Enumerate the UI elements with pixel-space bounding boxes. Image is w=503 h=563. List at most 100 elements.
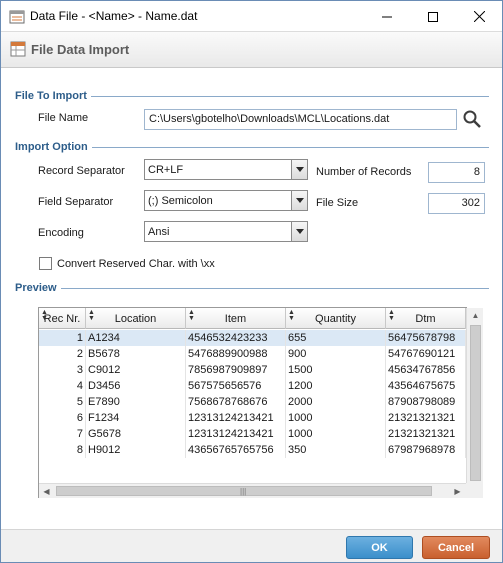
chevron-down-icon[interactable]	[291, 222, 307, 241]
grip-icon: |||	[240, 487, 247, 496]
window-title: Data File - <Name> - Name.dat	[30, 9, 198, 23]
column-header-label: Dtm	[415, 313, 436, 325]
cell-location: B5678	[86, 346, 186, 362]
horizontal-scroll-thumb[interactable]: |||	[56, 486, 432, 496]
cell-location: A1234	[86, 330, 186, 346]
field-separator-value: (;) Semicolon	[148, 195, 213, 207]
record-separator-label: Record Separator	[38, 165, 125, 177]
cell-dtm: 54767690121	[386, 346, 466, 362]
cell-dtm: 21321321321	[386, 426, 466, 442]
cell-item: 43656765765756	[186, 442, 286, 458]
table-row[interactable]: 3 C9012 7856987909897 1500 45634767856	[39, 362, 466, 378]
vertical-scroll-thumb[interactable]	[470, 325, 481, 481]
cell-location: H9012	[86, 442, 186, 458]
grid-header: ▲ ▼ Rec Nr. ▲ ▼ Location ▲ ▼ Item ▲ ▼ Quanti…	[39, 308, 466, 329]
cell-rec-nr: 6	[39, 410, 86, 426]
column-header-label: Location	[114, 313, 157, 325]
cell-quantity: 350	[286, 442, 386, 458]
cell-item: 7856987909897	[186, 362, 286, 378]
file-name-input[interactable]: C:\Users\gbotelho\Downloads\MCL\Location…	[144, 109, 457, 130]
column-header-rec-nr[interactable]: ▲ ▼ Rec Nr.	[39, 308, 86, 329]
sort-arrows-icon: ▲ ▼	[41, 309, 48, 322]
cancel-button[interactable]: Cancel	[422, 536, 490, 559]
preview-grid[interactable]: ▲ ▼ Rec Nr. ▲ ▼ Location ▲ ▼ Item ▲ ▼ Quanti…	[38, 307, 467, 498]
app-icon	[9, 9, 25, 28]
minimize-icon	[382, 16, 392, 17]
cell-rec-nr: 4	[39, 378, 86, 394]
cell-location: G5678	[86, 426, 186, 442]
table-row[interactable]: 7 G5678 12313124213421 1000 21321321321	[39, 426, 466, 442]
close-icon	[473, 11, 485, 22]
sort-arrows-icon: ▲ ▼	[288, 309, 295, 322]
cell-quantity: 1200	[286, 378, 386, 394]
maximize-button[interactable]	[410, 1, 456, 32]
dialog-header: File Data Import	[1, 32, 502, 68]
chevron-down-icon[interactable]	[291, 160, 307, 179]
table-row[interactable]: 1 A1234 4546532423233 655 56475678798	[39, 330, 466, 346]
scroll-right-icon[interactable]: ▶	[450, 484, 465, 499]
close-button[interactable]	[456, 1, 502, 32]
encoding-select[interactable]: Ansi	[144, 221, 308, 242]
table-row[interactable]: 5 E7890 7568678768676 2000 87908798089	[39, 394, 466, 410]
cell-dtm: 67987968978	[386, 442, 466, 458]
sort-arrows-icon: ▲ ▼	[188, 309, 195, 322]
cell-dtm: 43564675675	[386, 378, 466, 394]
column-header-location[interactable]: ▲ ▼ Location	[86, 308, 186, 329]
scroll-left-icon[interactable]: ◀	[39, 484, 54, 499]
cell-item: 12313124213421	[186, 426, 286, 442]
browse-search-icon[interactable]	[462, 109, 482, 132]
file-to-import-label: File To Import	[15, 90, 91, 102]
import-option-label: Import Option	[15, 141, 92, 153]
convert-reserved-checkbox[interactable]	[39, 257, 52, 270]
field-separator-label: Field Separator	[38, 196, 114, 208]
record-separator-value: CR+LF	[148, 164, 184, 176]
cell-location: C9012	[86, 362, 186, 378]
scrollbar-corner	[466, 483, 483, 498]
cell-item: 12313124213421	[186, 410, 286, 426]
cell-item: 5476889900988	[186, 346, 286, 362]
column-header-item[interactable]: ▲ ▼ Item	[186, 308, 286, 329]
dialog-footer: OK Cancel	[1, 529, 502, 562]
cell-dtm: 45634767856	[386, 362, 466, 378]
table-row[interactable]: 8 H9012 43656765765756 350 67987968978	[39, 442, 466, 458]
column-header-label: Item	[224, 313, 247, 325]
cell-quantity: 1000	[286, 426, 386, 442]
table-row[interactable]: 2 B5678 5476889900988 900 54767690121	[39, 346, 466, 362]
encoding-label: Encoding	[38, 227, 84, 239]
file-size-field: 302	[428, 193, 485, 214]
number-of-records-label: Number of Records	[316, 166, 412, 178]
field-separator-select[interactable]: (;) Semicolon	[144, 190, 308, 211]
file-name-label: File Name	[38, 112, 89, 124]
cell-location: F1234	[86, 410, 186, 426]
preview-label: Preview	[15, 282, 61, 294]
column-header-label: Rec Nr.	[43, 313, 81, 325]
file-size-label: File Size	[316, 197, 359, 209]
table-row[interactable]: 4 D3456 567575656576 1200 43564675675	[39, 378, 466, 394]
record-separator-select[interactable]: CR+LF	[144, 159, 308, 180]
cell-dtm: 21321321321	[386, 410, 466, 426]
cell-quantity: 1000	[286, 410, 386, 426]
cell-item: 567575656576	[186, 378, 286, 394]
minimize-button[interactable]	[364, 1, 410, 32]
sort-arrows-icon: ▲ ▼	[88, 309, 95, 322]
cell-rec-nr: 3	[39, 362, 86, 378]
cell-item: 7568678768676	[186, 394, 286, 410]
horizontal-scrollbar[interactable]: ◀ ||| ▶	[39, 483, 466, 498]
cell-rec-nr: 8	[39, 442, 86, 458]
cell-quantity: 2000	[286, 394, 386, 410]
title-bar[interactable]: Data File - <Name> - Name.dat	[1, 1, 502, 32]
vertical-scrollbar[interactable]: ▲	[466, 308, 483, 497]
ok-button[interactable]: OK	[346, 536, 413, 559]
cell-dtm: 56475678798	[386, 330, 466, 346]
cell-location: E7890	[86, 394, 186, 410]
convert-reserved-label[interactable]: Convert Reserved Char. with \xx	[57, 258, 215, 270]
table-row[interactable]: 6 F1234 12313124213421 1000 21321321321	[39, 410, 466, 426]
import-table-icon	[10, 41, 26, 60]
chevron-down-icon[interactable]	[291, 191, 307, 210]
encoding-value: Ansi	[148, 226, 170, 238]
column-header-quantity[interactable]: ▲ ▼ Quantity	[286, 308, 386, 329]
cell-quantity: 655	[286, 330, 386, 346]
column-header-dtm[interactable]: ▲ ▼ Dtm	[386, 308, 466, 329]
maximize-icon	[428, 11, 438, 22]
scroll-up-icon[interactable]: ▲	[468, 308, 483, 323]
